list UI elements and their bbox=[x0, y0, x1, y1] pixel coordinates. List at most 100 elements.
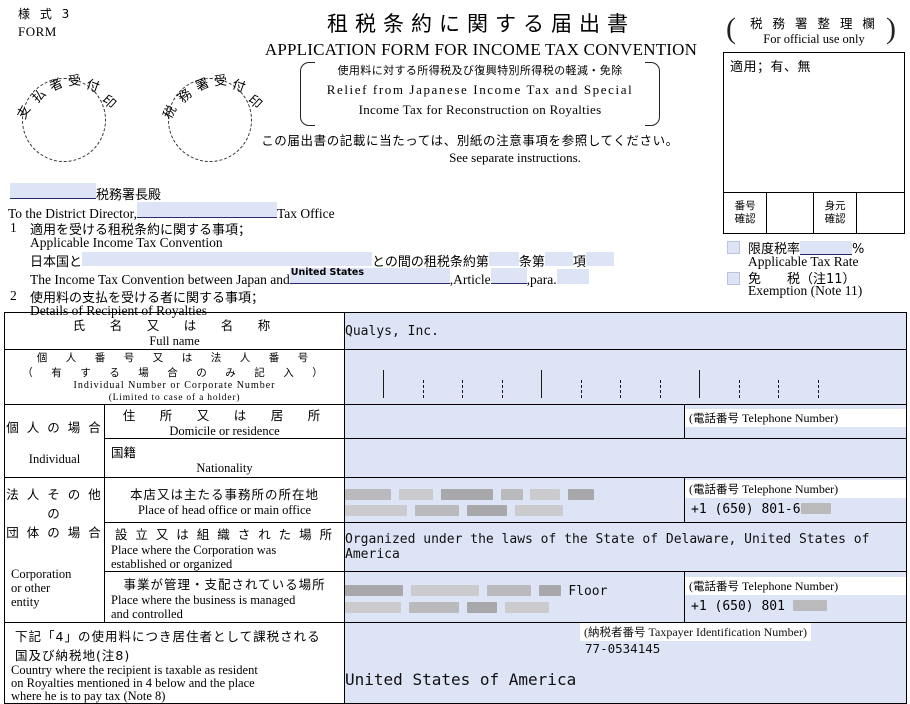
checkbox-icon-exemption[interactable] bbox=[727, 272, 740, 285]
managed-value-suffix: Floor bbox=[568, 584, 608, 599]
payer-stamp-char-3: 受 bbox=[67, 73, 82, 90]
exemption-checkbox[interactable] bbox=[727, 270, 740, 285]
district-office-en-field[interactable] bbox=[136, 202, 277, 218]
table-row-established: 設 立 又 は 組 織 さ れ た 場 所 Place where the Co… bbox=[5, 522, 908, 572]
managed-label-jp: 事業が管理・支配されている場所 bbox=[123, 576, 326, 592]
head-office-value[interactable] bbox=[344, 477, 686, 523]
nationality-label-jp-left: 国 bbox=[111, 444, 124, 460]
tax-office-stamp-char-4: 付 bbox=[229, 77, 248, 96]
individual-label-en: Individual bbox=[28, 451, 81, 466]
domicile-label-cell: 住 所 又 は 居 所 Domicile or residence bbox=[103, 404, 346, 439]
corporation-label-cell: 法 人 そ の 他 の 団 体 の 場 合 Corporation or oth… bbox=[4, 477, 105, 623]
section1-jp-tail-field[interactable] bbox=[585, 252, 614, 266]
tax-country-label-cell: 下記「4」の使用料につき居住者として課税される 国及び納税地(注8) Count… bbox=[3, 622, 346, 704]
corporate-number-label-cell: 個 人 番 号 又 は 法 人 番 号 （ 有 す る 場 合 の み 記 入 … bbox=[3, 349, 346, 405]
instruction-en: See separate instructions. bbox=[449, 150, 581, 165]
form-number: 様 式 3 FORM bbox=[18, 6, 72, 40]
domicile-tel-label-en: Telephone Number bbox=[742, 410, 835, 425]
corporate-number-grid[interactable] bbox=[345, 350, 907, 404]
tin-label-en: Taxpayer Identification Number bbox=[648, 625, 803, 639]
rate-value-field[interactable] bbox=[800, 241, 853, 255]
tin-label: (納税者番号 Taxpayer Identification Number) bbox=[580, 623, 811, 641]
official-footer-cell-1[interactable] bbox=[767, 193, 814, 233]
domicile-tel-value[interactable] bbox=[685, 427, 906, 435]
tax-convention-form-page: 様 式 3 FORM 支 払 者 受 付 印 税 務 署 受 付 印 租税条約に… bbox=[0, 0, 910, 704]
section1-jp-para-field[interactable] bbox=[544, 252, 573, 266]
tax-office-stamp-char-3: 受 bbox=[213, 73, 228, 90]
domicile-label-en: Domicile or residence bbox=[169, 424, 280, 438]
section1-en-para-label: ,para. bbox=[526, 272, 557, 287]
domicile-tel-cell[interactable]: (電話番号 Telephone Number) bbox=[684, 404, 908, 439]
domicile-label-jp: 住 所 又 は 居 所 bbox=[122, 408, 327, 423]
tin-label-jp: 納税者番号 bbox=[588, 625, 646, 639]
district-office-jp-field[interactable] bbox=[10, 183, 96, 199]
managed-tel-label-en: Telephone Number bbox=[742, 578, 835, 593]
table-row-individual-domicile: 個 人 の 場 合 Individual 住 所 又 は 居 所 Domicil… bbox=[4, 404, 908, 478]
head-office-tel-value[interactable]: +1 (650) 801-6 bbox=[685, 498, 906, 521]
managed-label-en-1: Place where the business is managed bbox=[111, 592, 296, 607]
individual-label-cell: 個 人 の 場 合 Individual bbox=[4, 404, 105, 478]
section1-en-country-field[interactable]: United States bbox=[289, 267, 450, 284]
corporate-number-value-cell[interactable] bbox=[344, 349, 908, 405]
managed-tel-text: +1 (650) 801 bbox=[691, 598, 785, 614]
applicable-tax-rate-checkbox[interactable] bbox=[727, 239, 740, 254]
form-number-en: FORM bbox=[18, 24, 57, 39]
district-suffix-en: Tax Office bbox=[276, 206, 335, 221]
table-row-tax-country: 下記「4」の使用料につき居住者として課税される 国及び納税地(注8) Count… bbox=[3, 622, 908, 704]
official-footer-cell-3[interactable] bbox=[857, 193, 904, 233]
domicile-tel-label: (電話番号 Telephone Number) bbox=[685, 408, 907, 427]
section1-en-para-field[interactable] bbox=[556, 269, 589, 284]
subtitle-bracket-group: 使用料に対する所得税及び復興特別所得税の軽減・免除 Relief from Ja… bbox=[300, 62, 660, 126]
section1-jp-country-field[interactable] bbox=[82, 252, 373, 266]
managed-value[interactable]: Floor bbox=[344, 571, 686, 623]
head-office-tel-text: +1 (650) 801-6 bbox=[691, 501, 801, 517]
established-label-en-2: established or organized bbox=[111, 556, 233, 571]
official-footer-cell-2[interactable]: 身元 確認 bbox=[814, 193, 858, 233]
nationality-value[interactable] bbox=[344, 438, 908, 478]
checkbox-icon-rate[interactable] bbox=[727, 241, 740, 254]
tax-country-value: United States of America bbox=[345, 670, 577, 689]
recipient-details-table: 氏 名 又 は 名 称 Full name Qualys, Inc. 個 人 番… bbox=[3, 312, 908, 704]
payer-stamp-char-4: 付 bbox=[83, 77, 102, 96]
table-row-corporate-number: 個 人 番 号 又 は 法 人 番 号 （ 有 す る 場 合 の み 記 入 … bbox=[3, 349, 908, 405]
head-office-label-cell: 本店又は主たる事務所の所在地 Place of head office or m… bbox=[103, 477, 346, 523]
full-name-value[interactable]: Qualys, Inc. bbox=[344, 312, 908, 350]
managed-tel-label: (電話番号 Telephone Number) bbox=[685, 576, 907, 595]
section1-heading-en: Applicable Income Tax Convention bbox=[30, 235, 223, 250]
official-use-header-en: For official use only bbox=[763, 32, 865, 46]
nationality-label-cell: 国籍 Nationality bbox=[103, 438, 346, 478]
exemption-label-en: Exemption (Note 11) bbox=[748, 283, 863, 298]
tin-value[interactable]: 77-0534145 bbox=[585, 641, 660, 656]
tax-country-label-jp-2: 国及び納税地(注8) bbox=[15, 648, 131, 663]
official-apply-label: 適用；有、無 bbox=[730, 60, 812, 75]
form-number-jp: 様 式 3 bbox=[18, 7, 73, 21]
subtitle-en-line1: Relief from Japanese Income Tax and Spec… bbox=[326, 82, 634, 97]
official-use-header: 税 務 署 整 理 欄 For official use only bbox=[726, 13, 902, 47]
managed-tel-value[interactable]: +1 (650) 801 bbox=[685, 595, 906, 618]
official-footer-cell-0-l1: 番号 bbox=[734, 200, 756, 212]
domicile-tel-label-jp: 電話番号 bbox=[693, 410, 740, 425]
section1-jp-article-field[interactable] bbox=[488, 252, 519, 266]
district-suffix-jp: 税務署長殿 bbox=[96, 188, 162, 203]
official-use-box: 適用；有、無 番号 確認 身元 確認 bbox=[723, 52, 905, 234]
domicile-value[interactable] bbox=[344, 404, 686, 439]
table-row-head-office: 法 人 そ の 他 の 団 体 の 場 合 Corporation or oth… bbox=[4, 477, 908, 623]
corporate-number-label-jp-1: 個 人 番 号 又 は 法 人 番 号 bbox=[36, 352, 313, 364]
head-office-tel-cell[interactable]: (電話番号 Telephone Number) +1 (650) 801-6 bbox=[684, 477, 908, 523]
tax-country-label-jp-1: 下記「4」の使用料につき居住者として課税される bbox=[15, 629, 321, 644]
form-title-jp: 租税条約に関する届出書 bbox=[327, 12, 635, 36]
tax-country-value-cell[interactable]: (納税者番号 Taxpayer Identification Number) 7… bbox=[344, 622, 908, 704]
established-value[interactable]: Organized under the laws of the State of… bbox=[344, 522, 908, 572]
table-row-managed: 事業が管理・支配されている場所 Place where the business… bbox=[5, 571, 908, 623]
subtitle-jp: 使用料に対する所得税及び復興特別所得税の軽減・免除 bbox=[337, 64, 623, 77]
corporate-number-label-jp-2: （ 有 す る 場 合 の み 記 入 ） bbox=[22, 367, 327, 379]
official-footer-cell-0[interactable]: 番号 確認 bbox=[724, 193, 768, 233]
instruction-jp: この届出書の記載に当たっては、別紙の注意事項を参照してください。 bbox=[261, 133, 679, 148]
corporate-number-label-en-1: Individual Number or Corporate Number bbox=[73, 380, 276, 391]
managed-tel-cell[interactable]: (電話番号 Telephone Number) +1 (650) 801 bbox=[684, 571, 908, 623]
corporation-label-jp: 法 人 そ の 他 の 団 体 の 場 合 bbox=[6, 487, 103, 540]
head-office-tel-label: (電話番号 Telephone Number) bbox=[685, 479, 907, 498]
section1-en-article-field[interactable] bbox=[490, 268, 527, 284]
section1-number: 1 bbox=[10, 220, 17, 235]
section1-en-prefix: The Income Tax Convention between Japan … bbox=[30, 272, 290, 287]
